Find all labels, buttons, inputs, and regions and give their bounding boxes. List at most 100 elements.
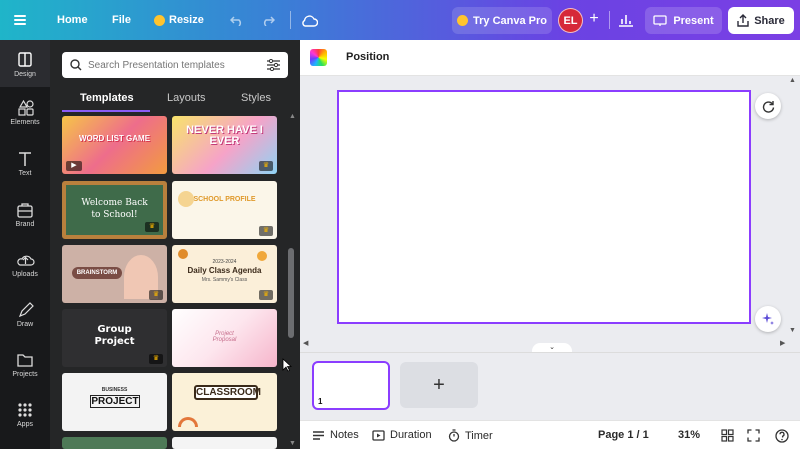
template-title: PROJECT: [90, 395, 140, 408]
share-button[interactable]: Share: [728, 7, 794, 34]
template-subtitle: BUSINESS: [101, 387, 128, 393]
rail-item-apps[interactable]: Apps: [0, 402, 50, 428]
color-picker-icon[interactable]: [310, 49, 327, 66]
slide-canvas[interactable]: [337, 90, 751, 324]
position-button[interactable]: Position: [346, 51, 389, 63]
timer-button[interactable]: Timer: [448, 429, 493, 442]
undo-icon[interactable]: [230, 0, 244, 40]
search-box[interactable]: [62, 52, 288, 78]
rail-item-projects[interactable]: Projects: [0, 352, 50, 378]
editor-toolbar: Position: [300, 40, 800, 76]
grid-view-icon[interactable]: [721, 429, 739, 442]
add-page-button[interactable]: +: [400, 362, 478, 408]
template-title: Welcome Back to School!: [81, 198, 148, 220]
templates-panel: Templates Layouts Styles WORD LIST GAME …: [50, 40, 300, 449]
panel-scrollbar[interactable]: [288, 248, 294, 338]
template-thumbnail[interactable]: 2023-2024 Daily Class Agenda Mrs. Sammy'…: [172, 245, 277, 303]
filter-icon[interactable]: [267, 59, 280, 71]
rail-item-elements[interactable]: Elements: [0, 100, 50, 126]
magic-assistant-button[interactable]: [755, 306, 781, 332]
template-title: Daily Class Agenda: [187, 266, 262, 275]
page-thumbnail[interactable]: 1: [312, 361, 390, 410]
rail-label: Uploads: [12, 271, 38, 278]
folder-icon: [17, 354, 33, 367]
present-button[interactable]: Present: [645, 7, 722, 34]
rail-item-draw[interactable]: Draw: [0, 302, 50, 328]
text-icon: [19, 152, 31, 166]
upload-icon: [17, 255, 35, 266]
scroll-left-icon[interactable]: ◀: [303, 339, 308, 347]
rail-item-brand[interactable]: Brand: [0, 202, 50, 228]
template-thumbnail[interactable]: BRAINSTORM ♛: [62, 245, 167, 303]
template-title: SCHOOL PROFILE: [193, 196, 256, 203]
template-thumbnail[interactable]: Group Project ♛: [62, 309, 167, 367]
crown-icon: ♛: [259, 161, 273, 171]
divider: [290, 11, 291, 29]
template-thumbnail[interactable]: SCHOOL PROFILE ♛: [172, 181, 277, 239]
template-title: Group Project: [94, 324, 135, 347]
fullscreen-icon[interactable]: [747, 429, 765, 442]
scroll-down-icon[interactable]: ▼: [289, 440, 296, 447]
tab-styles[interactable]: Styles: [241, 92, 271, 104]
notes-label: Notes: [330, 429, 359, 441]
rotate-icon: [762, 100, 774, 113]
analytics-icon[interactable]: [618, 0, 634, 40]
crown-icon: [457, 15, 468, 26]
help-icon[interactable]: [775, 429, 794, 443]
draw-icon: [18, 302, 34, 318]
template-thumbnail[interactable]: NEVER HAVE I EVER ♛: [172, 116, 277, 174]
avatar[interactable]: EL: [558, 8, 583, 33]
top-bar: Home File Resize Try Canva Pro EL + Pres…: [0, 0, 800, 40]
scroll-down-icon[interactable]: ▼: [789, 327, 796, 334]
template-thumbnail[interactable]: WORD LIST GAME ▶: [62, 116, 167, 174]
add-collaborator-button[interactable]: +: [586, 11, 602, 27]
canvas-area: ▲ ▼ ◀ ▶ ⌄: [300, 77, 800, 352]
scroll-up-icon[interactable]: ▲: [289, 113, 296, 120]
template-title: WORD LIST GAME: [78, 134, 151, 143]
try-canva-pro-button[interactable]: Try Canva Pro: [452, 7, 552, 34]
zoom-level[interactable]: 31%: [678, 429, 700, 441]
rail-label: Text: [18, 170, 32, 177]
duration-button[interactable]: Duration: [372, 429, 432, 441]
bottom-bar: Notes Duration Timer Page 1 / 1 31%: [300, 420, 800, 449]
notes-button[interactable]: Notes: [312, 429, 359, 441]
rail-item-uploads[interactable]: Uploads: [0, 252, 50, 278]
crown-icon: ♛: [259, 226, 273, 236]
elements-icon: [18, 100, 34, 116]
scroll-right-icon[interactable]: ▶: [780, 339, 785, 347]
template-thumbnail[interactable]: Project Proposal: [172, 309, 277, 367]
search-input[interactable]: [88, 57, 258, 73]
expand-pages-handle[interactable]: ⌄: [532, 343, 572, 352]
tab-templates[interactable]: Templates: [80, 92, 134, 104]
template-subtitle: Mrs. Sammy's Class: [201, 277, 248, 283]
scroll-up-icon[interactable]: ▲: [789, 77, 796, 84]
present-label: Present: [673, 14, 714, 27]
template-thumbnail[interactable]: CLASSROOM: [172, 373, 277, 431]
present-icon: [653, 14, 667, 26]
template-thumbnail[interactable]: BUSINESS PROJECT: [62, 373, 167, 431]
sparkle-icon: [762, 313, 774, 325]
resize-button[interactable]: Resize: [154, 0, 204, 40]
file-menu-button[interactable]: File: [112, 0, 131, 40]
rail-item-design[interactable]: Design: [0, 40, 50, 87]
timer-icon: [448, 429, 460, 442]
rail-label: Projects: [12, 371, 38, 378]
template-thumbnail[interactable]: [62, 437, 167, 449]
template-title: NEVER HAVE I EVER: [186, 124, 263, 147]
refresh-button[interactable]: [755, 93, 781, 119]
menu-icon[interactable]: [14, 0, 30, 40]
rainbow-decoration: [178, 417, 198, 427]
cloud-save-icon[interactable]: [300, 0, 318, 40]
tab-layouts[interactable]: Layouts: [167, 92, 206, 104]
home-button[interactable]: Home: [57, 0, 88, 40]
rail-label: Elements: [10, 119, 40, 126]
page-indicator[interactable]: Page 1 / 1: [598, 429, 649, 441]
template-thumbnail[interactable]: Welcome Back to School! ♛: [62, 181, 167, 239]
crown-icon: [154, 14, 165, 26]
decoration: [178, 249, 188, 259]
page-filmstrip: 1 +: [300, 352, 800, 418]
rail-item-text[interactable]: Text: [0, 151, 50, 177]
notes-icon: [313, 430, 324, 440]
template-thumbnail[interactable]: [172, 437, 277, 449]
redo-icon[interactable]: [261, 0, 275, 40]
